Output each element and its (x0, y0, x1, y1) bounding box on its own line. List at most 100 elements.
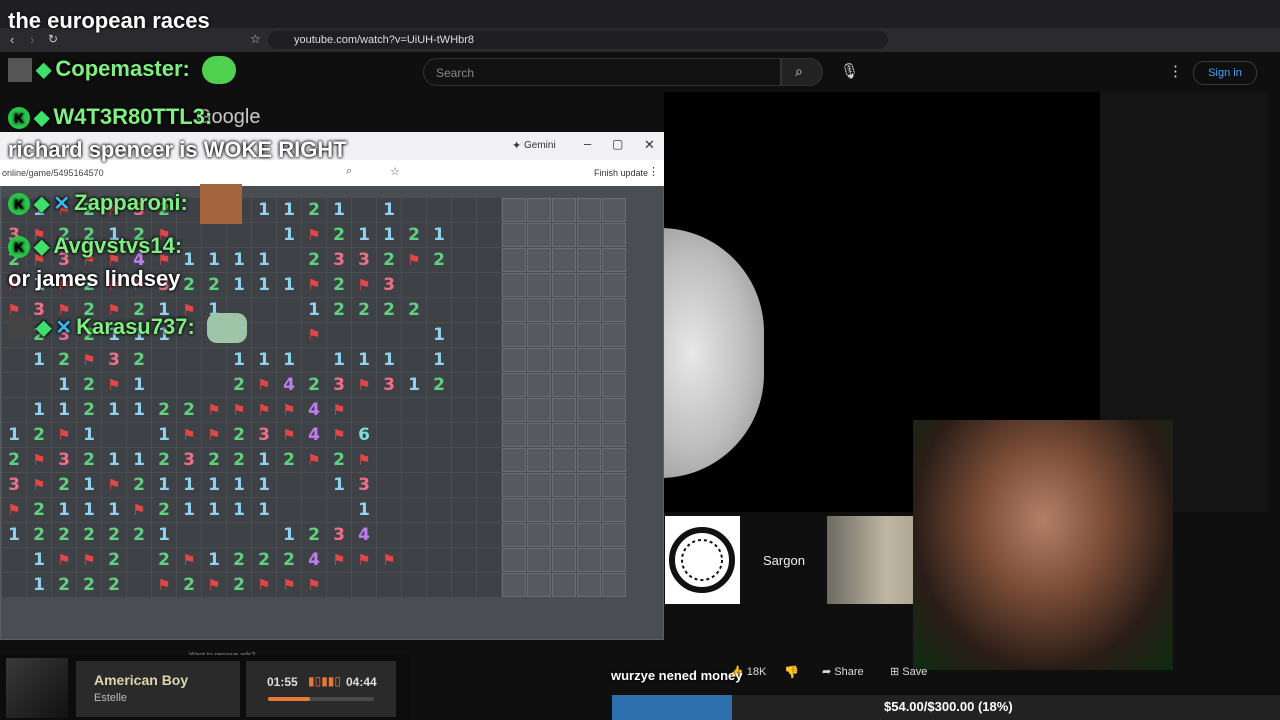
number-cell[interactable]: 2 (77, 573, 101, 597)
number-cell[interactable]: 2 (227, 548, 251, 572)
flag-icon[interactable] (177, 548, 201, 572)
number-cell[interactable]: 2 (152, 498, 176, 522)
hidden-cell[interactable] (577, 223, 601, 247)
empty-cell[interactable] (102, 423, 126, 447)
flag-icon[interactable] (352, 548, 376, 572)
hidden-cell[interactable] (527, 523, 551, 547)
hidden-cell[interactable] (552, 348, 576, 372)
flag-icon[interactable] (377, 548, 401, 572)
number-cell[interactable]: 1 (377, 198, 401, 222)
hidden-cell[interactable] (527, 448, 551, 472)
bookmark-icon[interactable]: ☆ (250, 32, 261, 46)
number-cell[interactable]: 1 (27, 348, 51, 372)
number-cell[interactable]: 3 (327, 523, 351, 547)
hidden-cell[interactable] (577, 548, 601, 572)
empty-cell[interactable] (327, 573, 351, 597)
number-cell[interactable]: 2 (327, 298, 351, 322)
hidden-cell[interactable] (502, 373, 526, 397)
number-cell[interactable]: 2 (27, 423, 51, 447)
flag-icon[interactable] (302, 323, 326, 347)
empty-cell[interactable] (377, 448, 401, 472)
number-cell[interactable]: 3 (177, 448, 201, 472)
empty-cell[interactable] (202, 223, 226, 247)
number-cell[interactable]: 1 (77, 498, 101, 522)
flag-icon[interactable] (327, 398, 351, 422)
number-cell[interactable]: 3 (102, 348, 126, 372)
flag-icon[interactable] (252, 373, 276, 397)
hidden-cell[interactable] (577, 473, 601, 497)
number-cell[interactable]: 1 (177, 498, 201, 522)
number-cell[interactable]: 1 (402, 373, 426, 397)
number-cell[interactable]: 6 (352, 423, 376, 447)
hidden-cell[interactable] (502, 323, 526, 347)
number-cell[interactable]: 3 (327, 373, 351, 397)
empty-cell[interactable] (477, 473, 501, 497)
empty-cell[interactable] (452, 498, 476, 522)
hidden-cell[interactable] (502, 548, 526, 572)
hidden-cell[interactable] (577, 198, 601, 222)
number-cell[interactable]: 2 (277, 448, 301, 472)
hidden-cell[interactable] (527, 198, 551, 222)
number-cell[interactable]: 3 (327, 248, 351, 272)
number-cell[interactable]: 3 (2, 473, 26, 497)
flag-icon[interactable] (302, 448, 326, 472)
number-cell[interactable]: 4 (352, 523, 376, 547)
hidden-cell[interactable] (577, 398, 601, 422)
empty-cell[interactable] (477, 398, 501, 422)
number-cell[interactable]: 2 (227, 423, 251, 447)
number-cell[interactable]: 1 (52, 498, 76, 522)
hidden-cell[interactable] (502, 298, 526, 322)
empty-cell[interactable] (402, 548, 426, 572)
hidden-cell[interactable] (552, 423, 576, 447)
hidden-cell[interactable] (577, 523, 601, 547)
hidden-cell[interactable] (577, 373, 601, 397)
number-cell[interactable]: 1 (352, 223, 376, 247)
flag-icon[interactable] (77, 548, 101, 572)
number-cell[interactable]: 2 (2, 448, 26, 472)
empty-cell[interactable] (302, 473, 326, 497)
number-cell[interactable]: 2 (302, 373, 326, 397)
empty-cell[interactable] (452, 198, 476, 222)
number-cell[interactable]: 1 (127, 398, 151, 422)
number-cell[interactable]: 1 (252, 348, 276, 372)
empty-cell[interactable] (452, 423, 476, 447)
number-cell[interactable]: 1 (77, 473, 101, 497)
empty-cell[interactable] (477, 448, 501, 472)
empty-cell[interactable] (452, 523, 476, 547)
number-cell[interactable]: 3 (252, 423, 276, 447)
flag-icon[interactable] (327, 423, 351, 447)
empty-cell[interactable] (202, 348, 226, 372)
number-cell[interactable]: 2 (227, 448, 251, 472)
empty-cell[interactable] (302, 348, 326, 372)
number-cell[interactable]: 2 (102, 523, 126, 547)
maximize-icon[interactable]: ▢ (612, 137, 623, 151)
empty-cell[interactable] (402, 323, 426, 347)
number-cell[interactable]: 1 (277, 273, 301, 297)
empty-cell[interactable] (277, 473, 301, 497)
number-cell[interactable]: 2 (52, 573, 76, 597)
hidden-cell[interactable] (577, 298, 601, 322)
hidden-cell[interactable] (527, 573, 551, 597)
hidden-cell[interactable] (527, 398, 551, 422)
hidden-cell[interactable] (527, 323, 551, 347)
number-cell[interactable]: 1 (252, 498, 276, 522)
hidden-cell[interactable] (577, 348, 601, 372)
empty-cell[interactable] (402, 573, 426, 597)
hidden-cell[interactable] (527, 548, 551, 572)
empty-cell[interactable] (277, 298, 301, 322)
hidden-cell[interactable] (602, 273, 626, 297)
finish-update-button[interactable]: Finish update (594, 168, 648, 178)
number-cell[interactable]: 2 (352, 298, 376, 322)
empty-cell[interactable] (277, 248, 301, 272)
empty-cell[interactable] (327, 498, 351, 522)
share-button[interactable]: ➦ Share (822, 665, 864, 678)
empty-cell[interactable] (277, 323, 301, 347)
flag-icon[interactable] (327, 548, 351, 572)
empty-cell[interactable] (252, 223, 276, 247)
flag-icon[interactable] (277, 398, 301, 422)
number-cell[interactable]: 1 (252, 273, 276, 297)
hidden-cell[interactable] (527, 248, 551, 272)
empty-cell[interactable] (477, 323, 501, 347)
number-cell[interactable]: 1 (177, 473, 201, 497)
flag-icon[interactable] (52, 548, 76, 572)
